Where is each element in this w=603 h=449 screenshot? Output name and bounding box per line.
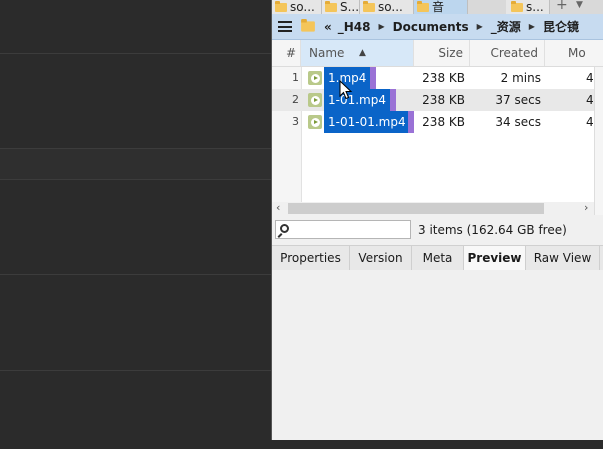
tab-strip: so... S... so... 音 v s... + ▼ (272, 0, 603, 14)
breadcrumb-item-h48[interactable]: _H48 (338, 20, 371, 34)
breadcrumb-item-resources[interactable]: _资源 (491, 18, 521, 35)
selection-edge (390, 89, 396, 111)
column-name[interactable]: Name ▲ (301, 40, 414, 66)
item-count-status: 3 items (162.64 GB free) (418, 223, 567, 237)
scrollbar-thumb[interactable] (288, 203, 544, 214)
tab-list-chevron-down-icon[interactable]: ▼ (576, 0, 583, 10)
background-band (0, 149, 271, 179)
horizontal-scrollbar[interactable]: ‹ › (274, 201, 594, 215)
file-row-1[interactable]: 1 1.mp4 238 KB 2 mins 4 (272, 67, 603, 89)
column-header: # Name ▲ Size Created Mo (272, 40, 603, 67)
sort-ascending-icon: ▲ (359, 48, 366, 58)
search-icon (280, 224, 289, 233)
file-row-2[interactable]: 2 1-01.mp4 238 KB 37 secs 4 (272, 89, 603, 111)
breadcrumb-overflow[interactable]: « (324, 20, 332, 34)
tab-6[interactable]: s... (508, 0, 550, 14)
file-name[interactable]: 1-01-01.mp4 (324, 111, 408, 133)
selection-edge (370, 67, 376, 89)
file-created: 2 mins (500, 71, 541, 85)
folder-icon (363, 0, 375, 12)
vertical-scrollbar[interactable] (594, 67, 603, 215)
status-bar: 3 items (162.64 GB free) (272, 218, 603, 242)
column-name-label: Name (309, 46, 345, 60)
background-divider (0, 274, 271, 275)
row-number: 1 (292, 71, 299, 84)
folder-icon (301, 19, 315, 32)
menu-icon[interactable] (278, 21, 292, 32)
video-file-icon (308, 71, 322, 85)
scroll-left-icon[interactable]: ‹ (276, 201, 280, 214)
file-created: 37 secs (495, 93, 541, 107)
tab-meta[interactable]: Meta (412, 246, 464, 270)
breadcrumb-item-current[interactable]: 昆仑镜 (543, 18, 579, 35)
window-bottom-edge (271, 440, 603, 449)
breadcrumb-bar: « _H48 ▶ Documents ▶ _资源 ▶ 昆仑镜 (272, 14, 603, 40)
background-divider (0, 370, 271, 371)
breadcrumb-separator-icon[interactable]: ▶ (477, 22, 483, 31)
breadcrumb-separator-icon[interactable]: ▶ (529, 22, 535, 31)
tab-label: S... (340, 0, 360, 14)
file-modified: 4 (586, 93, 594, 107)
column-created[interactable]: Created (470, 40, 545, 66)
folder-icon (275, 0, 287, 12)
tab-1[interactable]: so... (272, 0, 322, 14)
tab-raw-view[interactable]: Raw View (526, 246, 600, 270)
folder-icon (325, 0, 337, 12)
column-modified[interactable]: Mo (568, 40, 603, 66)
breadcrumb-item-documents[interactable]: Documents (393, 20, 469, 34)
column-size[interactable]: Size (414, 40, 470, 66)
new-tab-plus-icon[interactable]: + (556, 0, 568, 13)
breadcrumb-separator-icon[interactable]: ▶ (379, 22, 385, 31)
tab-2[interactable]: S... (322, 0, 360, 14)
file-size: 238 KB (422, 115, 465, 129)
background-divider (0, 179, 271, 180)
tab-label: 音 (432, 0, 445, 14)
folder-icon (511, 0, 523, 12)
file-list: 1 1.mp4 238 KB 2 mins 4 2 1-01.mp4 238 K… (272, 67, 603, 202)
folder-icon (417, 0, 429, 12)
tab-version[interactable]: Version (350, 246, 412, 270)
tab-label: s... (526, 0, 544, 14)
video-file-icon (308, 93, 322, 107)
preview-pane (272, 270, 603, 440)
column-number[interactable]: # (272, 40, 301, 66)
tab-label: so... (290, 0, 315, 14)
file-modified: 4 (586, 115, 594, 129)
pane-tabs: Properties Version Meta Preview Raw View (272, 245, 603, 271)
tab-preview[interactable]: Preview (464, 246, 526, 271)
file-created: 34 secs (495, 115, 541, 129)
file-size: 238 KB (422, 93, 465, 107)
row-number: 2 (292, 93, 299, 106)
file-name[interactable]: 1-01.mp4 (324, 89, 390, 111)
mouse-cursor-icon (339, 80, 353, 100)
file-row-3[interactable]: 3 1-01-01.mp4 238 KB 34 secs 4 (272, 111, 603, 133)
file-modified: 4 (586, 71, 594, 85)
file-manager-window: so... S... so... 音 v s... + ▼ « _H48 ▶ (271, 0, 603, 440)
tab-label: so... (378, 0, 403, 14)
tab-4-active[interactable]: 音 (414, 0, 468, 14)
row-number: 3 (292, 115, 299, 128)
tab-3[interactable]: so... (360, 0, 414, 14)
filter-box[interactable] (275, 220, 411, 239)
video-file-icon (308, 115, 322, 129)
background-divider (0, 53, 271, 54)
search-input[interactable] (294, 222, 408, 239)
file-size: 238 KB (422, 71, 465, 85)
tab-properties[interactable]: Properties (272, 246, 350, 270)
scroll-right-icon[interactable]: › (584, 201, 588, 214)
